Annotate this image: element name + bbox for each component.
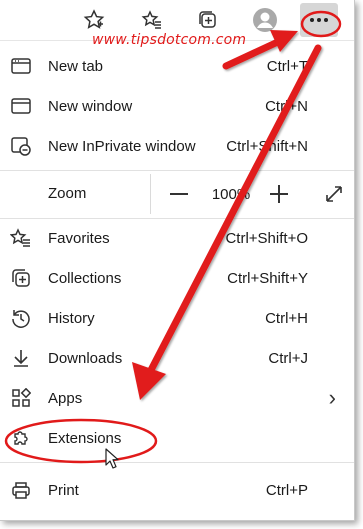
menu-item-extensions[interactable]: Extensions <box>0 418 354 458</box>
chevron-right-icon: › <box>328 385 336 410</box>
extensions-icon <box>10 427 32 449</box>
browser-menu-frame: www.tipsdotcom.com New tab Ctrl+T New wi… <box>0 0 355 521</box>
menu-item-shortcut: Ctrl+J <box>268 349 308 367</box>
menu-item-label: History <box>48 309 95 327</box>
favorites-icon <box>10 227 32 249</box>
menu-item-shortcut: Ctrl+P <box>265 481 308 499</box>
more-options-icon <box>310 18 328 22</box>
zoom-controls: 100% <box>150 174 311 214</box>
menu-item-label: Print <box>48 481 79 499</box>
menu-item-shortcut: Ctrl+Shift+O <box>225 229 308 247</box>
menu-item-label: Favorites <box>48 229 110 247</box>
menu-item-new-tab[interactable]: New tab Ctrl+T <box>0 46 354 86</box>
menu-item-label: New window <box>48 97 133 115</box>
menu-item-apps[interactable]: Apps › <box>0 378 354 418</box>
history-icon <box>10 307 32 329</box>
new-window-icon <box>10 95 32 117</box>
menu-item-shortcut: Ctrl+Shift+Y <box>227 269 308 287</box>
fullscreen-button[interactable] <box>316 174 352 214</box>
minus-icon <box>170 193 188 195</box>
zoom-label: Zoom <box>48 185 87 202</box>
download-icon <box>10 347 32 369</box>
menu-item-new-inprivate-window[interactable]: New InPrivate window Ctrl+Shift+N <box>0 126 354 166</box>
menu-item-downloads[interactable]: Downloads Ctrl+J <box>0 338 354 378</box>
profile-icon[interactable] <box>249 4 281 36</box>
menu-item-shortcut: Ctrl+Shift+N <box>226 137 308 155</box>
menu-item-label: Apps <box>48 389 83 407</box>
print-icon <box>10 479 32 501</box>
menu-item-collections[interactable]: Collections Ctrl+Shift+Y <box>0 258 354 298</box>
menu-item-label: New tab <box>48 57 104 75</box>
menu-item-shortcut: Ctrl+H <box>265 309 308 327</box>
zoom-value: 100% <box>211 185 251 203</box>
collections-icon <box>10 267 32 289</box>
menu-item-label: Downloads <box>48 349 123 367</box>
menu-divider <box>0 170 354 171</box>
menu-item-print[interactable]: Print Ctrl+P <box>0 470 354 510</box>
zoom-in-button[interactable] <box>261 174 297 214</box>
more-options-button[interactable] <box>300 3 338 37</box>
menu-item-favorites[interactable]: Favorites Ctrl+Shift+O <box>0 218 354 258</box>
apps-icon <box>10 387 32 409</box>
fullscreen-icon <box>326 186 342 202</box>
menu-item-zoom: Zoom 100% <box>0 174 354 214</box>
menu-item-new-window[interactable]: New window Ctrl+N <box>0 86 354 126</box>
menu-item-label: Extensions <box>48 429 122 447</box>
plus-icon <box>270 185 288 203</box>
zoom-out-button[interactable] <box>161 174 197 214</box>
menu-item-shortcut: Ctrl+T <box>266 57 308 75</box>
menu-item-shortcut: Ctrl+N <box>265 97 308 115</box>
menu-item-label: New InPrivate window <box>48 137 196 155</box>
inprivate-icon <box>10 135 32 157</box>
menu-divider <box>0 462 354 463</box>
menu-item-label: Collections <box>48 269 122 287</box>
menu-item-history[interactable]: History Ctrl+H <box>0 298 354 338</box>
new-tab-icon <box>10 55 32 77</box>
